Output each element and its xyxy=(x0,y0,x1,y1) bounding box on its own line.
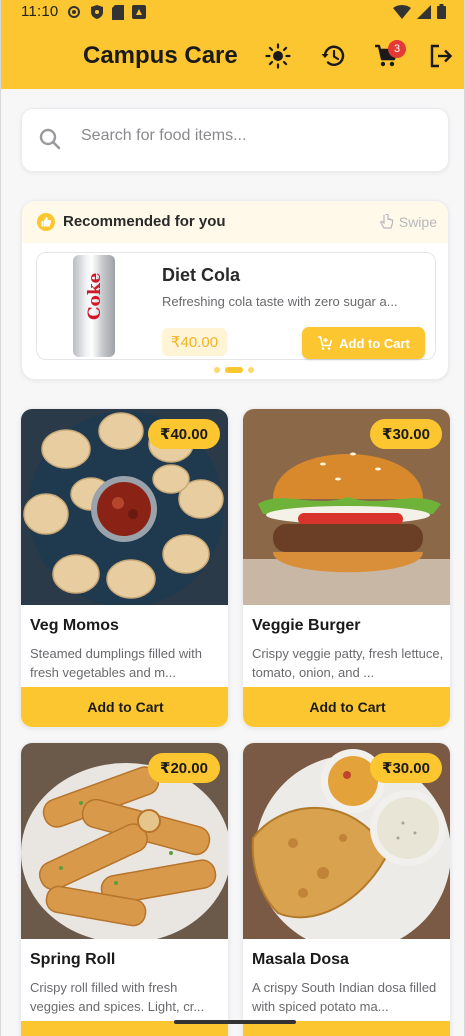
gesture-nav-handle[interactable] xyxy=(174,1020,296,1024)
status-bar: 11:10 xyxy=(1,0,464,24)
app-header: 11:10 Campus Care 3 xyxy=(1,0,464,89)
recommended-item-card[interactable]: Coke Diet Cola Refreshing cola taste wit… xyxy=(36,252,436,360)
battery-icon xyxy=(437,4,446,19)
food-price-tag: ₹20.00 xyxy=(148,753,220,783)
add-to-cart-button[interactable]: Add to Cart xyxy=(243,687,450,727)
app-screen: 11:10 Campus Care 3 Search for food item… xyxy=(0,0,465,1036)
status-time: 11:10 xyxy=(21,3,59,20)
search-bar[interactable]: Search for food items... xyxy=(21,108,449,172)
swipe-label: Swipe xyxy=(398,214,437,230)
food-price-tag: ₹30.00 xyxy=(370,419,442,449)
logout-button[interactable] xyxy=(425,40,457,72)
sim-card-icon xyxy=(112,4,124,20)
veggie-burger-image: ₹30.00 xyxy=(243,409,450,605)
recommended-carousel[interactable]: Recommended for you Swipe Coke Diet Cola… xyxy=(21,200,449,380)
cart-count-badge: 3 xyxy=(388,40,406,58)
recommended-item-price: ₹40.00 xyxy=(162,328,228,356)
logout-icon xyxy=(430,44,453,68)
swipe-hint: Swipe xyxy=(380,214,437,230)
history-icon xyxy=(321,45,345,66)
food-description: Crispy roll filled with fresh veggies an… xyxy=(30,980,205,1014)
food-name: Spring Roll xyxy=(30,951,116,968)
search-icon xyxy=(39,128,61,150)
food-card-veg-momos[interactable]: ₹40.00 Veg Momos Steamed dumplings fille… xyxy=(20,408,229,728)
add-to-cart-button[interactable]: Add to Cart xyxy=(21,687,228,727)
food-name: Veg Momos xyxy=(30,617,119,634)
spring-roll-image: ₹20.00 xyxy=(21,743,228,939)
diet-cola-image: Coke xyxy=(73,255,115,357)
shield-icon xyxy=(91,5,103,19)
carousel-dot[interactable] xyxy=(248,367,254,373)
recommended-item-name: Diet Cola xyxy=(162,265,241,285)
order-history-button[interactable] xyxy=(317,40,349,72)
food-description: Crispy veggie patty, fresh lettuce, toma… xyxy=(252,646,444,680)
recommended-add-to-cart-button[interactable]: Add to Cart xyxy=(302,327,425,359)
recommended-title: Recommended for you xyxy=(63,213,226,230)
food-price-tag: ₹30.00 xyxy=(370,753,442,783)
food-card-spring-roll[interactable]: ₹20.00 Spring Roll Crispy roll filled wi… xyxy=(20,742,229,1036)
food-card-masala-dosa[interactable]: ₹30.00 Masala Dosa A crispy South Indian… xyxy=(242,742,451,1036)
food-card-veggie-burger[interactable]: ₹30.00 Veggie Burger Crispy veggie patty… xyxy=(242,408,451,728)
app-title: Campus Care xyxy=(83,42,238,69)
app-notification-icon xyxy=(132,5,146,19)
carousel-dot[interactable] xyxy=(214,367,220,373)
carousel-indicator xyxy=(214,367,254,373)
can-logo-text: Coke xyxy=(85,272,105,320)
recommended-item-description: Refreshing cola taste with zero sugar a.… xyxy=(162,294,398,309)
thumbs-up-icon xyxy=(37,213,55,231)
carousel-dot-active[interactable] xyxy=(225,367,243,373)
masala-dosa-image: ₹30.00 xyxy=(243,743,450,939)
add-cart-icon xyxy=(318,336,333,350)
recommended-add-to-cart-label: Add to Cart xyxy=(339,335,410,351)
food-price-tag: ₹40.00 xyxy=(148,419,220,449)
veg-momos-image: ₹40.00 xyxy=(21,409,228,605)
wifi-icon xyxy=(393,4,411,19)
recommended-header: Recommended for you Swipe xyxy=(22,201,448,243)
food-description: A crispy South Indian dosa filled with s… xyxy=(252,980,437,1014)
swipe-hand-icon xyxy=(380,214,393,229)
signal-icon xyxy=(417,4,431,19)
sun-icon xyxy=(265,43,291,69)
food-name: Veggie Burger xyxy=(252,617,361,634)
food-name: Masala Dosa xyxy=(252,951,349,968)
search-input[interactable]: Search for food items... xyxy=(81,127,246,145)
theme-toggle-button[interactable] xyxy=(262,40,294,72)
gear-icon xyxy=(68,6,80,18)
food-description: Steamed dumplings filled with fresh vege… xyxy=(30,646,202,680)
